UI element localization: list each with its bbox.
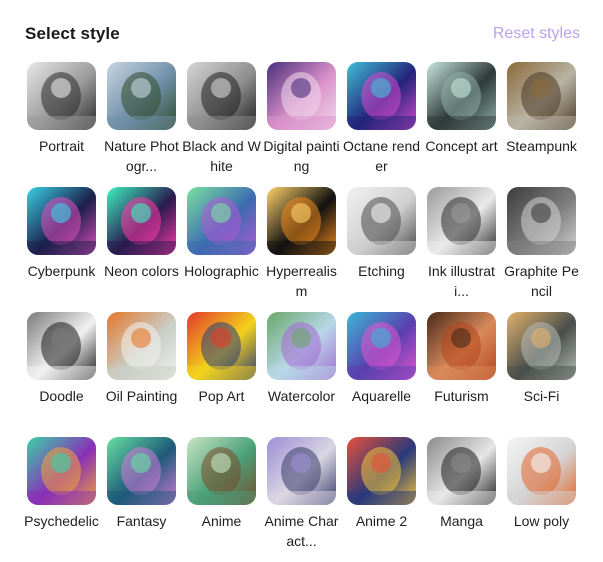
style-option-sci-fi[interactable]: Sci-Fi — [507, 312, 576, 437]
oil-painting-thumbnail — [107, 312, 176, 380]
sci-fi-thumbnail — [507, 312, 576, 380]
style-option-etching[interactable]: Etching — [347, 187, 416, 312]
style-label: Graphite Pencil — [504, 263, 579, 299]
style-option-anime-character[interactable]: Anime Charact... — [265, 437, 338, 562]
etching-thumbnail — [347, 187, 416, 255]
black-and-white-thumbnail — [187, 62, 256, 130]
style-grid: Portrait Nature Photogr... Black and White… — [24, 62, 579, 562]
style-label: Sci-Fi — [523, 388, 560, 404]
style-label: Oil Painting — [105, 388, 178, 404]
style-label: Watercolor — [267, 388, 336, 404]
style-option-octane-render[interactable]: Octane render — [343, 62, 420, 187]
digital-painting-thumbnail — [267, 62, 336, 130]
style-option-watercolor[interactable]: Watercolor — [267, 312, 336, 437]
pop-art-thumbnail — [187, 312, 256, 380]
style-option-psychedelic[interactable]: Psychedelic — [24, 437, 99, 562]
ink-illustration-thumbnail — [427, 187, 496, 255]
style-label: Ink illustrati... — [428, 263, 495, 299]
style-option-nature-photography[interactable]: Nature Photogr... — [104, 62, 179, 187]
style-label: Octane render — [342, 138, 421, 174]
style-option-steampunk[interactable]: Steampunk — [506, 62, 577, 187]
style-label: Steampunk — [506, 138, 577, 154]
graphite-pencil-thumbnail — [507, 187, 576, 255]
style-option-fantasy[interactable]: Fantasy — [107, 437, 176, 562]
style-label: Holographic — [184, 263, 259, 279]
futurism-thumbnail — [427, 312, 496, 380]
manga-thumbnail — [427, 437, 496, 505]
style-label: Nature Photogr... — [104, 138, 179, 174]
style-header: Select style Reset styles — [25, 22, 580, 46]
style-label: Black and White — [182, 138, 261, 174]
style-option-manga[interactable]: Manga — [427, 437, 496, 562]
doodle-thumbnail — [27, 312, 96, 380]
psychedelic-thumbnail — [27, 437, 96, 505]
style-label: Cyberpunk — [27, 263, 96, 279]
style-option-aquarelle[interactable]: Aquarelle — [347, 312, 416, 437]
reset-styles-button[interactable]: Reset styles — [493, 25, 580, 43]
style-option-holographic[interactable]: Holographic — [184, 187, 259, 312]
style-option-concept-art[interactable]: Concept art — [425, 62, 498, 187]
octane-render-thumbnail — [347, 62, 416, 130]
cyberpunk-thumbnail — [27, 187, 96, 255]
style-label: Hyperrealism — [266, 263, 337, 299]
style-option-futurism[interactable]: Futurism — [427, 312, 496, 437]
style-label: Neon colors — [104, 263, 179, 279]
style-label: Fantasy — [116, 513, 167, 529]
style-label: Anime — [201, 513, 242, 529]
style-label: Aquarelle — [351, 388, 412, 404]
portrait-thumbnail — [27, 62, 96, 130]
style-option-oil-painting[interactable]: Oil Painting — [106, 312, 177, 437]
style-option-cyberpunk[interactable]: Cyberpunk — [27, 187, 96, 312]
style-label: Futurism — [434, 388, 489, 404]
style-option-anime-2[interactable]: Anime 2 — [347, 437, 416, 562]
anime-character-thumbnail — [267, 437, 336, 505]
style-label: Anime Charact... — [264, 513, 339, 549]
style-option-black-and-white[interactable]: Black and White — [182, 62, 261, 187]
style-label: Digital painting — [263, 138, 340, 174]
style-option-pop-art[interactable]: Pop Art — [187, 312, 256, 437]
style-label: Anime 2 — [355, 513, 408, 529]
holographic-thumbnail — [187, 187, 256, 255]
style-option-graphite-pencil[interactable]: Graphite Pencil — [504, 187, 579, 312]
hyperrealism-thumbnail — [267, 187, 336, 255]
style-label: Manga — [440, 513, 483, 529]
anime-2-thumbnail — [347, 437, 416, 505]
style-label: Doodle — [39, 388, 84, 404]
style-option-ink-illustration[interactable]: Ink illustrati... — [427, 187, 496, 312]
style-label: Psychedelic — [24, 513, 99, 529]
style-option-neon-colors[interactable]: Neon colors — [104, 187, 179, 312]
style-option-low-poly[interactable]: Low poly — [507, 437, 576, 562]
style-option-portrait[interactable]: Portrait — [27, 62, 96, 187]
style-option-digital-painting[interactable]: Digital painting — [263, 62, 340, 187]
fantasy-thumbnail — [107, 437, 176, 505]
anime-thumbnail — [187, 437, 256, 505]
style-label: Low poly — [513, 513, 570, 529]
steampunk-thumbnail — [507, 62, 576, 130]
nature-photography-thumbnail — [107, 62, 176, 130]
neon-colors-thumbnail — [107, 187, 176, 255]
style-option-hyperrealism[interactable]: Hyperrealism — [266, 187, 337, 312]
watercolor-thumbnail — [267, 312, 336, 380]
style-option-doodle[interactable]: Doodle — [27, 312, 96, 437]
style-label: Pop Art — [198, 388, 245, 404]
style-label: Portrait — [38, 138, 85, 154]
style-label: Concept art — [425, 138, 498, 154]
style-label: Etching — [358, 263, 405, 279]
page-title: Select style — [25, 24, 120, 43]
style-option-anime[interactable]: Anime — [187, 437, 256, 562]
low-poly-thumbnail — [507, 437, 576, 505]
concept-art-thumbnail — [427, 62, 496, 130]
aquarelle-thumbnail — [347, 312, 416, 380]
